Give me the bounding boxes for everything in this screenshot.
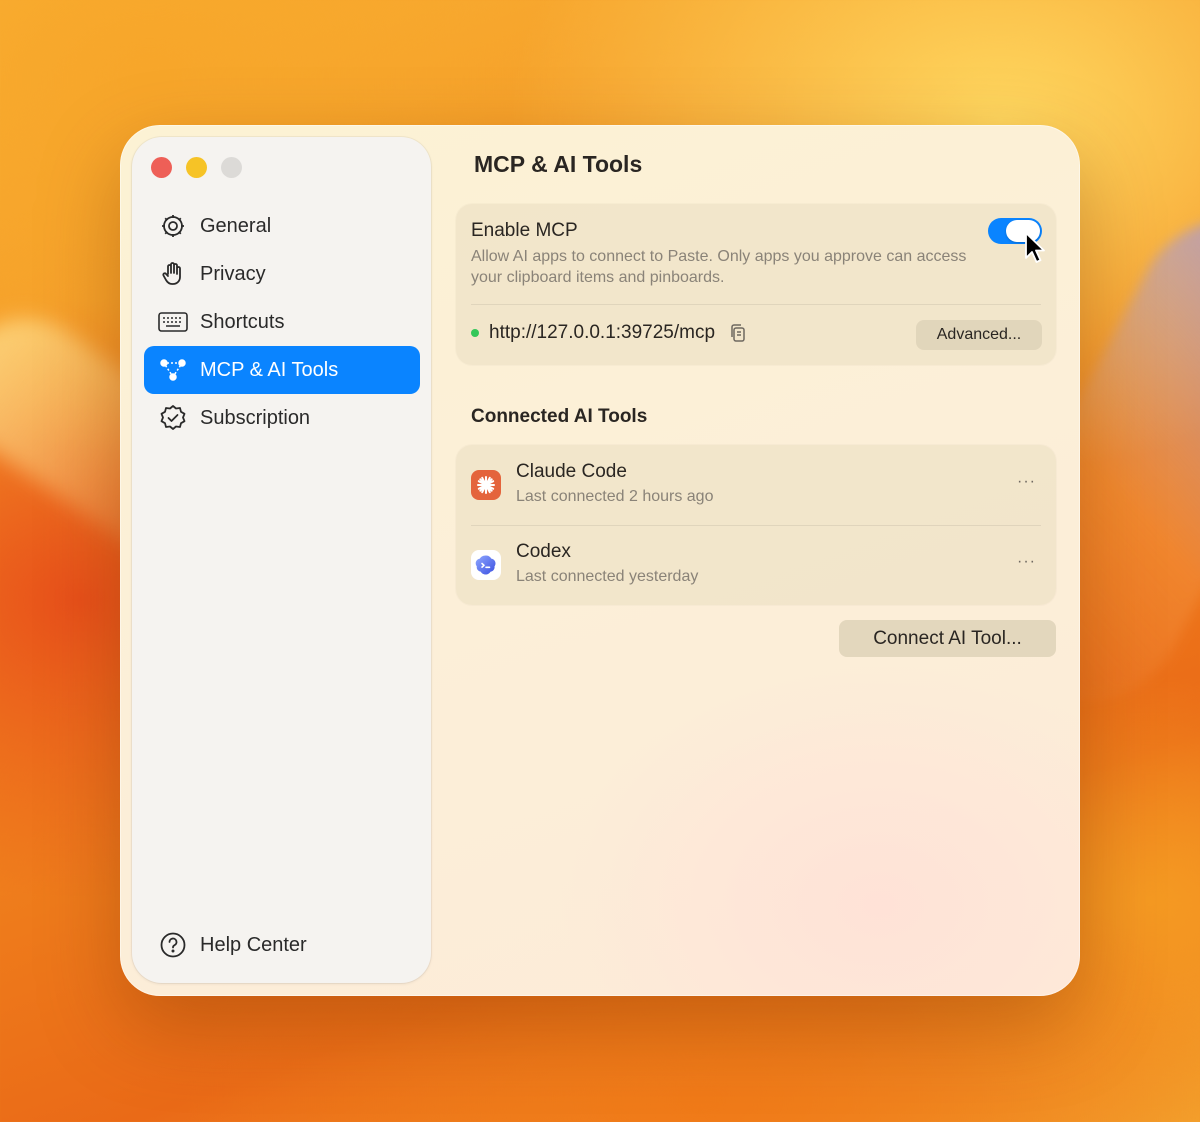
divider	[471, 304, 1041, 305]
enable-mcp-description: Allow AI apps to connect to Paste. Only …	[471, 248, 967, 286]
sidebar-item-subscription[interactable]: Subscription	[144, 394, 420, 442]
sidebar: General Privacy Shortcuts MCP & AI Tools…	[132, 137, 431, 983]
connected-tools-list: Claude Code Last connected 2 hours ago ·…	[456, 445, 1056, 605]
sidebar-item-general[interactable]: General	[144, 202, 420, 250]
sidebar-item-label: Shortcuts	[200, 310, 285, 333]
mcp-settings-card: Enable MCP Allow AI apps to connect to P…	[456, 204, 1056, 365]
more-options-button[interactable]: ···	[1017, 553, 1036, 571]
codex-icon	[471, 550, 501, 580]
hand-icon	[158, 259, 188, 289]
tool-name: Codex	[516, 541, 571, 562]
enable-mcp-label: Enable MCP	[471, 220, 578, 241]
tool-status: Last connected yesterday	[516, 568, 699, 585]
status-dot	[471, 329, 479, 337]
sidebar-item-label: Privacy	[200, 262, 266, 285]
more-options-button[interactable]: ···	[1017, 473, 1036, 491]
copy-icon[interactable]	[727, 322, 749, 344]
sidebar-nav: General Privacy Shortcuts MCP & AI Tools…	[144, 202, 420, 442]
advanced-button[interactable]: Advanced...	[916, 320, 1042, 350]
help-center-link[interactable]: Help Center	[158, 927, 307, 963]
sidebar-item-label: General	[200, 214, 272, 237]
list-item[interactable]: Claude Code Last connected 2 hours ago ·…	[456, 445, 1056, 525]
server-url: http://127.0.0.1:39725/mcp	[489, 322, 716, 343]
minimize-button[interactable]	[186, 157, 207, 178]
settings-window: General Privacy Shortcuts MCP & AI Tools…	[120, 125, 1080, 996]
sidebar-item-label: Subscription	[200, 406, 311, 429]
server-url-row: http://127.0.0.1:39725/mcp	[471, 322, 749, 344]
claude-icon	[471, 470, 501, 500]
question-circle-icon	[158, 930, 188, 960]
sidebar-item-mcp-ai-tools[interactable]: MCP & AI Tools	[144, 346, 420, 394]
zoom-button[interactable]	[221, 157, 242, 178]
sidebar-item-privacy[interactable]: Privacy	[144, 250, 420, 298]
sidebar-item-label: MCP & AI Tools	[200, 358, 339, 381]
tool-name: Claude Code	[516, 461, 627, 482]
close-button[interactable]	[151, 157, 172, 178]
connect-ai-tool-button[interactable]: Connect AI Tool...	[839, 620, 1056, 657]
mouse-pointer-icon	[1025, 232, 1045, 263]
tool-status: Last connected 2 hours ago	[516, 488, 714, 505]
help-center-label: Help Center	[200, 933, 307, 956]
list-item[interactable]: Codex Last connected yesterday ···	[456, 525, 1056, 605]
page-title: MCP & AI Tools	[474, 151, 643, 177]
keyboard-icon	[158, 307, 188, 337]
sidebar-item-shortcuts[interactable]: Shortcuts	[144, 298, 420, 346]
checkmark-seal-icon	[158, 403, 188, 433]
connected-tools-heading: Connected AI Tools	[471, 406, 648, 427]
gear-icon	[158, 211, 188, 241]
window-controls	[151, 157, 242, 178]
network-icon	[158, 355, 188, 385]
